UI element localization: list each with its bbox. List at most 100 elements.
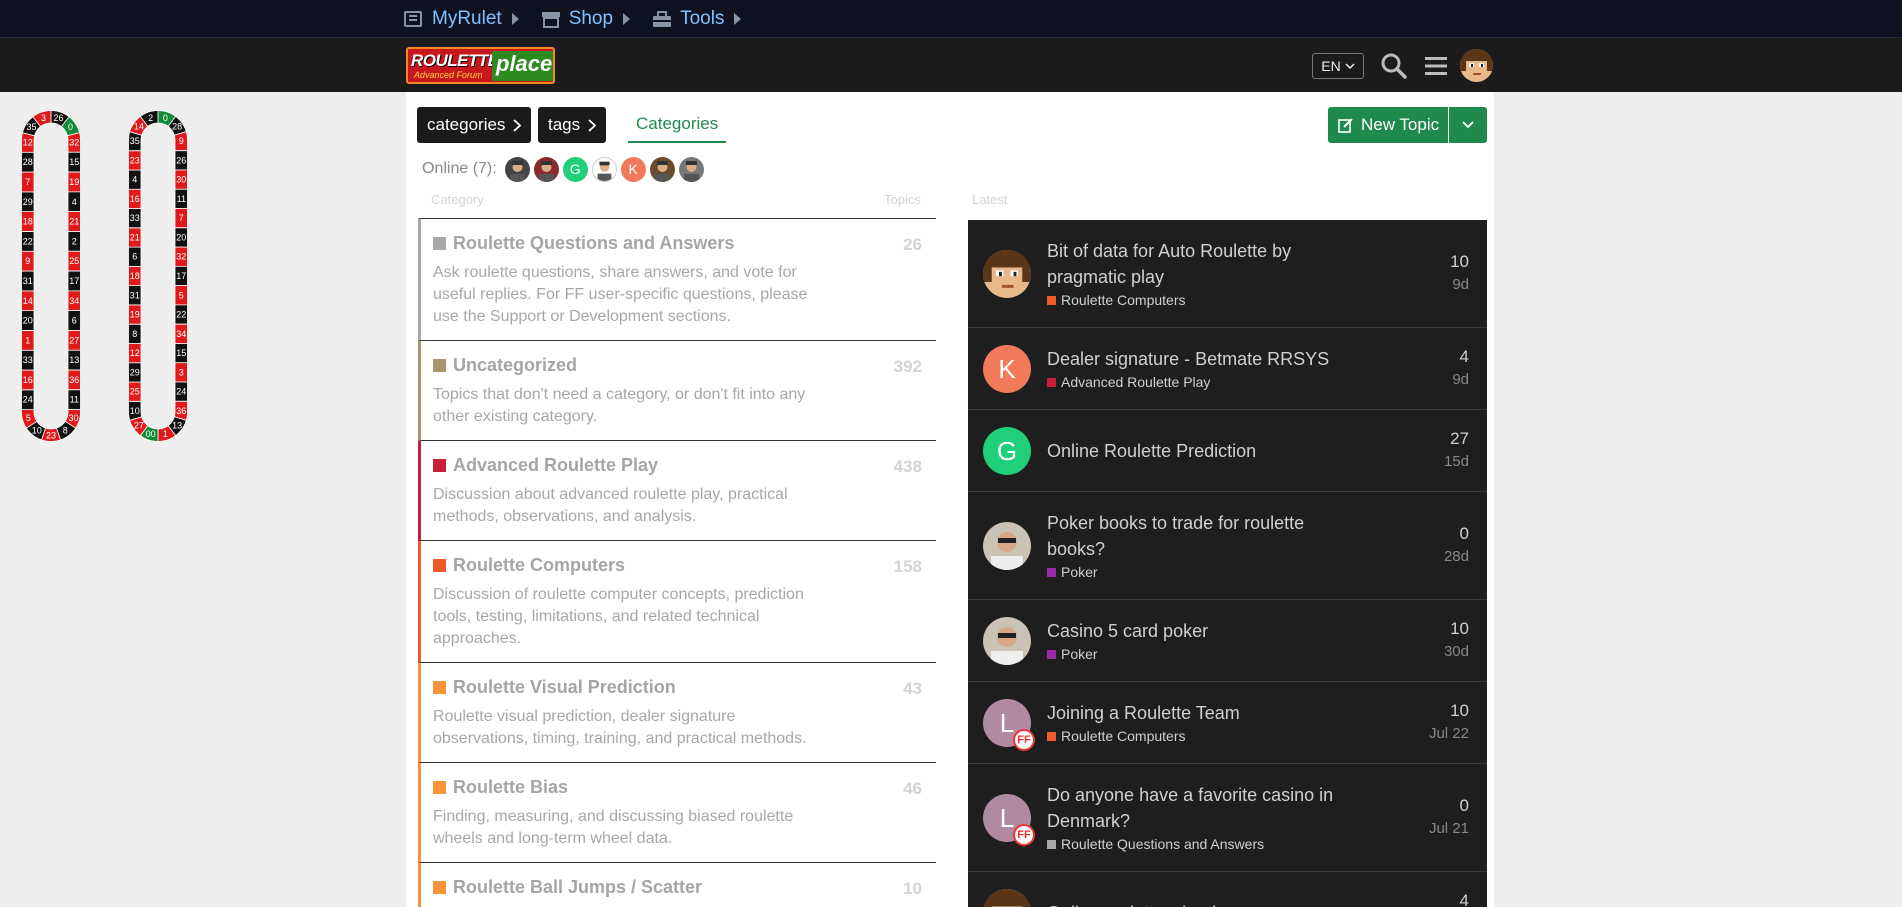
topic-category-tag[interactable]: Roulette Computers [1047, 728, 1186, 744]
category-name[interactable]: Roulette Computers [433, 555, 922, 576]
category-name[interactable]: Roulette Ball Jumps / Scatter [433, 877, 922, 898]
wheel-pocket-number: 6 [72, 316, 77, 326]
wheel-pocket-number: 34 [176, 329, 186, 339]
topic-row[interactable]: K Dealer signature - Betmate RRSYS Advance… [968, 328, 1487, 410]
category-topic-count: 10 [903, 879, 922, 898]
online-user-avatar[interactable]: G [562, 156, 588, 182]
topic-title[interactable]: Bit of data for Auto Roulette by pragmat… [1047, 238, 1337, 290]
category-row[interactable]: Roulette Computers Discussion of roulette… [418, 541, 936, 663]
latest-topics-list: Bit of data for Auto Roulette by pragmat… [968, 220, 1487, 907]
online-user-avatar[interactable] [591, 156, 617, 182]
category-name[interactable]: Roulette Bias [433, 777, 922, 798]
topic-activity-age[interactable]: 30d [1444, 643, 1469, 660]
topic-category-label: Poker [1061, 564, 1098, 580]
topic-row[interactable]: G Online Roulette Prediction 27 15d [968, 410, 1487, 492]
topic-category-label: Roulette Questions and Answers [1061, 836, 1265, 852]
tab-categories[interactable]: Categories [628, 107, 727, 143]
category-name[interactable]: Roulette Questions and Answers [433, 233, 922, 254]
wheel-pocket-number: 22 [176, 310, 186, 320]
topic-author-avatar[interactable] [983, 889, 1031, 907]
wheel-pocket-number: 30 [176, 175, 186, 185]
user-avatar[interactable] [1460, 49, 1493, 82]
online-user-avatar[interactable] [649, 156, 675, 182]
category-description: Discussion of roulette computer concepts… [433, 586, 804, 647]
topic-reply-count: 4 [1459, 891, 1469, 907]
topic-title[interactable]: Online Roulette Prediction [1047, 438, 1337, 464]
topic-category-tag[interactable]: Roulette Computers [1047, 292, 1186, 308]
topic-activity-age[interactable]: Jul 21 [1429, 820, 1469, 837]
wheel-pocket-number: 3 [179, 367, 184, 377]
categories-dropdown[interactable]: categories [417, 107, 532, 143]
online-user-avatar[interactable] [504, 156, 530, 182]
topic-author-avatar[interactable]: L FF [983, 794, 1035, 846]
category-color-square [433, 681, 446, 694]
category-row[interactable]: Roulette Questions and Answers Ask roulet… [418, 218, 936, 341]
topic-activity-age[interactable]: 9d [1452, 276, 1469, 293]
toolbox-icon [653, 11, 672, 27]
new-topic-options-button[interactable] [1449, 107, 1487, 143]
topic-category-tag[interactable]: Advanced Roulette Play [1047, 374, 1210, 390]
wheel-pocket-number: 28 [172, 122, 182, 132]
topic-author-avatar[interactable]: K [983, 345, 1031, 393]
search-icon[interactable] [1380, 52, 1408, 80]
topic-row[interactable]: Bit of data for Auto Roulette by pragmat… [968, 220, 1487, 328]
caret-right-icon [623, 13, 631, 25]
topic-activity-age[interactable]: Jul 22 [1429, 725, 1469, 742]
online-user-avatar[interactable]: K [620, 156, 646, 182]
wheel-pocket-number: 29 [130, 367, 140, 377]
tags-dropdown[interactable]: tags [538, 107, 607, 143]
topic-title[interactable]: Do anyone have a favorite casino in Denm… [1047, 782, 1337, 834]
roulette-wheel-american: 0289263011720321752234153243613100271025… [128, 110, 188, 442]
topic-title[interactable]: Joining a Roulette Team [1047, 700, 1337, 726]
category-row[interactable]: Roulette Visual Prediction Roulette visua… [418, 663, 936, 763]
category-row[interactable]: Roulette Ball Jumps / Scatter 10 [418, 863, 936, 907]
topic-title[interactable]: Poker books to trade for roulette books? [1047, 510, 1337, 562]
site-logo[interactable]: ROULETTE place Advanced Forum [406, 47, 555, 84]
topic-author-avatar[interactable] [983, 617, 1031, 665]
category-name[interactable]: Roulette Visual Prediction [433, 677, 922, 698]
category-name[interactable]: Uncategorized [433, 355, 922, 376]
wheel-pocket-number: 17 [176, 271, 186, 281]
topic-row[interactable]: Casino 5 card poker Poker 10 30d [968, 600, 1487, 682]
topic-author-avatar[interactable]: G [983, 427, 1031, 475]
category-row[interactable]: Advanced Roulette Play Discussion about a… [418, 441, 936, 541]
hamburger-menu-icon[interactable] [1422, 52, 1450, 80]
new-topic-button[interactable]: New Topic [1328, 107, 1448, 143]
wheel-pocket-number: 20 [176, 232, 186, 242]
topic-title[interactable]: Dealer signature - Betmate RRSYS [1047, 346, 1337, 372]
topic-author-avatar[interactable]: L FF [983, 699, 1035, 751]
nav-shop[interactable]: Shop [541, 8, 631, 30]
online-user-avatar[interactable] [678, 156, 704, 182]
topic-activity-age[interactable]: 15d [1444, 453, 1469, 470]
wheel-pocket-number: 28 [23, 157, 33, 167]
topic-activity-age[interactable]: 9d [1452, 371, 1469, 388]
topic-activity-age[interactable]: 28d [1444, 548, 1469, 565]
topic-title[interactable]: Online roulette wheels [1047, 900, 1337, 907]
nav-tools[interactable]: Tools [652, 8, 742, 30]
topic-row[interactable]: Poker books to trade for roulette books?… [968, 492, 1487, 600]
online-user-avatar[interactable] [533, 156, 559, 182]
wheel-pocket-number: 7 [179, 213, 184, 223]
topic-row[interactable]: L FF Do anyone have a favorite casino in D… [968, 764, 1487, 872]
topic-category-tag[interactable]: Poker [1047, 646, 1098, 662]
category-row[interactable]: Uncategorized Topics that don't need a ca… [418, 341, 936, 441]
nav-myrulet[interactable]: MyRulet [404, 8, 519, 30]
wheel-pocket-number: 1 [163, 429, 168, 439]
chevron-right-icon [588, 118, 597, 132]
tag-color-square [1047, 295, 1056, 305]
wheel-pocket-number: 14 [23, 296, 33, 306]
category-name-label: Roulette Bias [453, 777, 569, 797]
category-color-square [433, 559, 446, 572]
language-selector[interactable]: EN [1312, 53, 1364, 79]
wheel-pocket-number: 36 [69, 375, 79, 385]
topic-title[interactable]: Casino 5 card poker [1047, 618, 1337, 644]
topic-reply-count: 10 [1450, 252, 1469, 271]
topic-row[interactable]: L FF Joining a Roulette Team Roulette Compu… [968, 682, 1487, 764]
topic-category-tag[interactable]: Poker [1047, 564, 1098, 580]
category-name[interactable]: Advanced Roulette Play [433, 455, 922, 476]
topic-category-tag[interactable]: Roulette Questions and Answers [1047, 836, 1264, 852]
topic-author-avatar[interactable] [983, 522, 1031, 570]
topic-row[interactable]: Online roulette wheels 4 [968, 872, 1487, 907]
topic-author-avatar[interactable] [983, 250, 1031, 298]
category-row[interactable]: Roulette Bias Finding, measuring, and dis… [418, 763, 936, 863]
